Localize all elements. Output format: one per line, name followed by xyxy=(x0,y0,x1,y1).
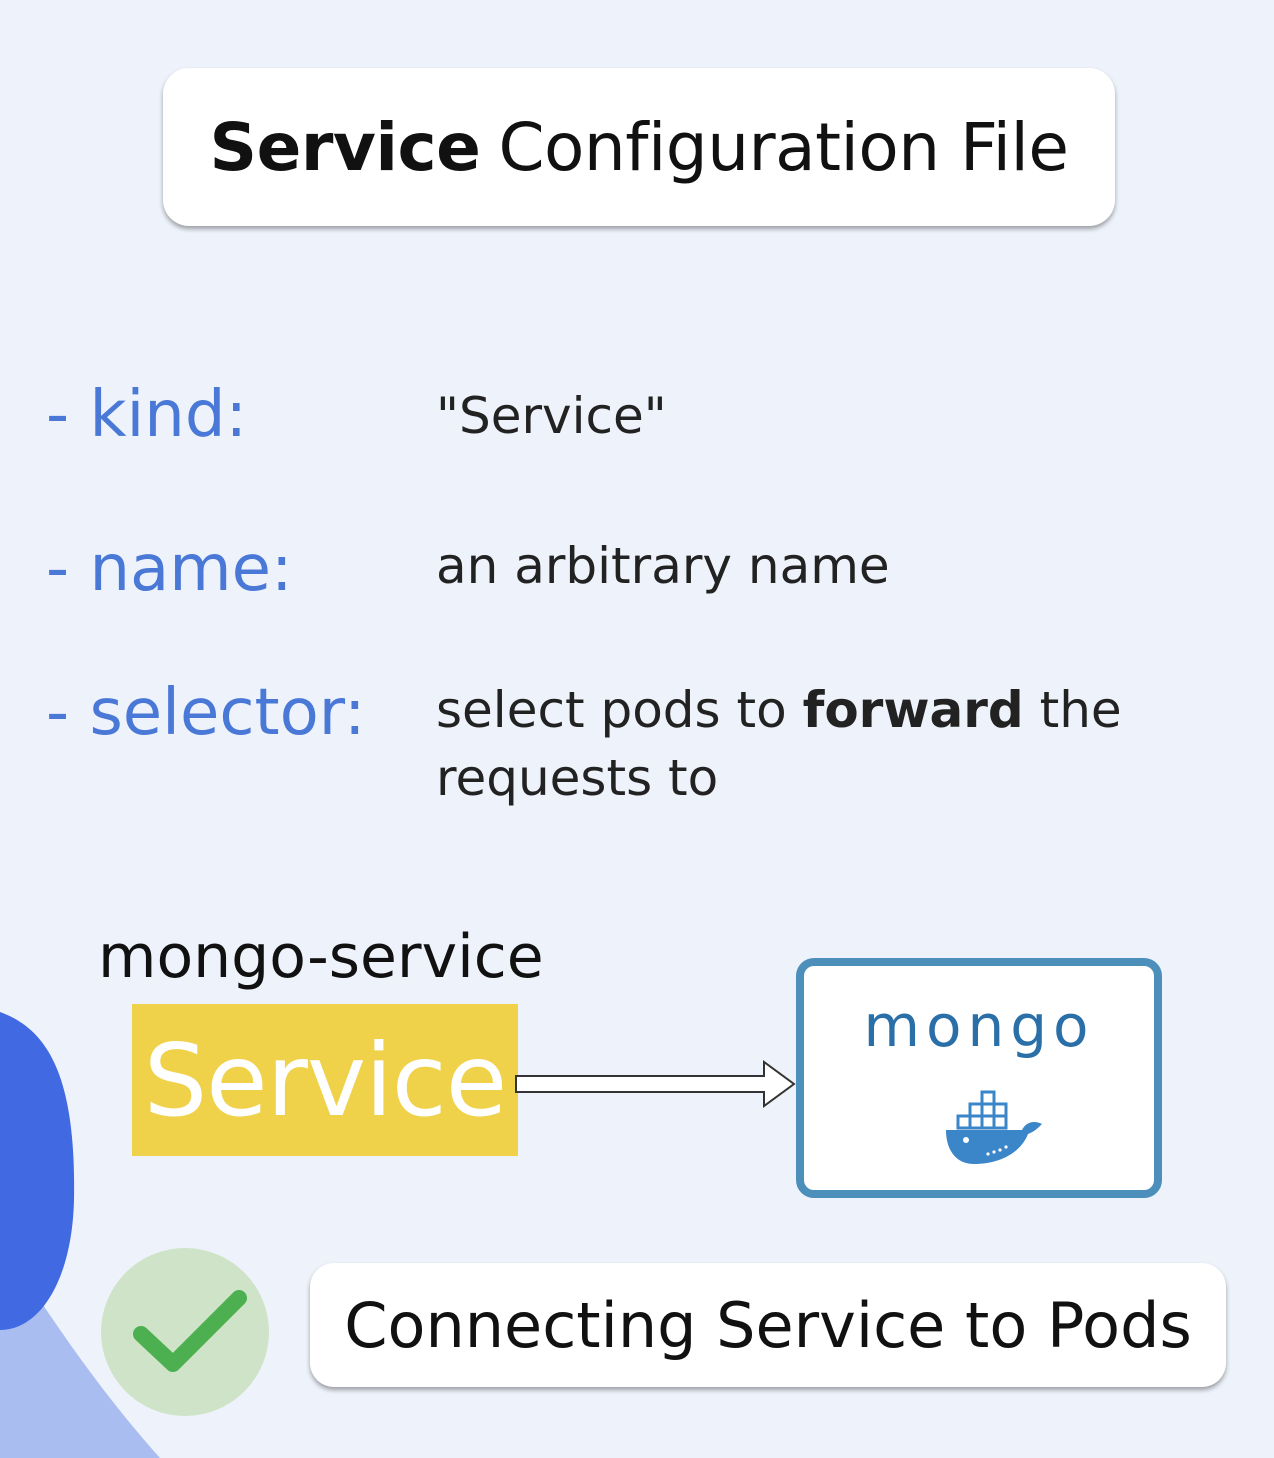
service-box: Service xyxy=(132,1004,518,1156)
selector-line-2: requests to xyxy=(436,749,719,807)
footer-label: Connecting Service to Pods xyxy=(310,1263,1226,1387)
selector-text-bold: forward xyxy=(802,681,1024,739)
service-name-label: mongo-service xyxy=(98,922,544,992)
field-value: select pods to forward the requests to xyxy=(436,676,1122,812)
docker-whale-icon xyxy=(946,1090,1042,1164)
selector-text-post: the xyxy=(1023,681,1122,739)
field-value: "Service" xyxy=(436,387,667,445)
field-key: - selector: xyxy=(46,676,366,750)
title-box: Service Configuration File xyxy=(163,68,1115,226)
mongo-pod-box: mongo xyxy=(796,958,1162,1198)
title-rest: Configuration File xyxy=(498,108,1069,186)
field-key: - kind: xyxy=(46,378,248,452)
field-value: an arbitrary name xyxy=(436,537,890,595)
selector-text-pre: select pods to xyxy=(436,681,803,739)
pod-label: mongo xyxy=(863,992,1095,1060)
check-badge xyxy=(101,1248,269,1416)
forward-arrow-icon xyxy=(515,1060,796,1108)
title-bold: Service xyxy=(209,108,481,186)
checkmark-icon xyxy=(133,1290,247,1372)
selector-line-1: select pods to forward the xyxy=(436,676,1122,744)
field-key: - name: xyxy=(46,532,293,606)
